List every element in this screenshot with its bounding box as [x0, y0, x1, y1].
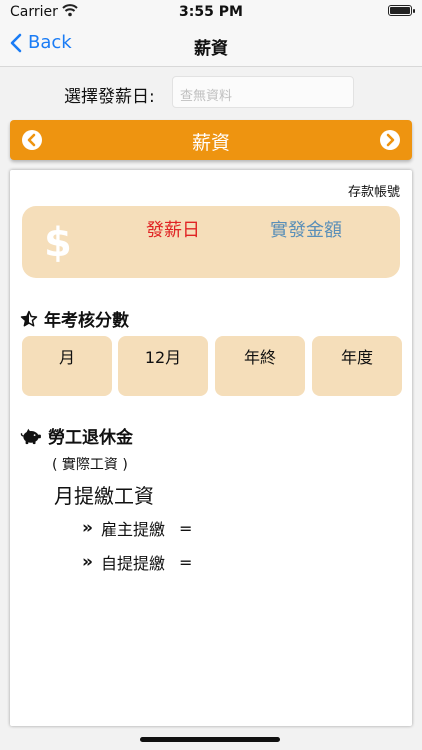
next-button[interactable]	[380, 130, 400, 150]
evaluation-cell-annual[interactable]: 年度	[312, 336, 402, 396]
navigation-bar: Back 薪資	[0, 24, 422, 67]
monthly-contribution-wage-label: 月提繳工資	[54, 484, 154, 508]
self-contribution-row: » 自提提繳 =	[82, 550, 192, 574]
payday-picker-row: 選擇發薪日: 查無資料	[0, 74, 422, 110]
equals-sign: =	[179, 518, 193, 538]
home-indicator[interactable]	[140, 737, 280, 742]
employer-contribution-label: 雇主提繳	[100, 520, 165, 539]
piggy-bank-icon	[20, 428, 41, 444]
self-contribution-label: 自提提繳	[100, 554, 165, 573]
payday-picker-field[interactable]: 查無資料	[172, 76, 354, 108]
equals-sign: =	[179, 552, 193, 572]
net-pay-label: 實發金額	[270, 220, 342, 241]
salary-header-bar: 薪資	[10, 120, 412, 160]
double-chevron-right-icon: »	[82, 518, 93, 538]
pension-title: 勞工退休金	[48, 428, 133, 448]
evaluation-cell-month[interactable]: 月	[22, 336, 112, 396]
page-title: 薪資	[194, 39, 228, 59]
evaluation-grid: 月 12月 年終 年度	[22, 336, 402, 396]
dollar-icon: $	[44, 220, 72, 266]
payday-picker-label: 選擇發薪日:	[64, 87, 155, 107]
employer-contribution-row: » 雇主提繳 =	[82, 516, 192, 540]
evaluation-section-title: 年考核分數	[20, 306, 129, 331]
chevron-right-circle-icon	[386, 133, 395, 147]
actual-wage-label: ( 實際工資 )	[52, 457, 128, 473]
star-icon	[20, 310, 38, 326]
salary-summary-box: $ 發薪日 實發金額	[22, 206, 400, 278]
evaluation-cell-year-end[interactable]: 年終	[215, 336, 305, 396]
account-label: 存款帳號	[347, 185, 400, 200]
double-chevron-right-icon: »	[82, 552, 93, 572]
battery-icon	[388, 5, 415, 16]
evaluation-cell-december[interactable]: 12月	[118, 336, 208, 396]
salary-card: 存款帳號 $ 發薪日 實發金額 年考核分數 月 12月 年終 年度 勞工退休金 …	[10, 170, 412, 726]
status-bar: Carrier 3:55 PM	[0, 0, 422, 24]
status-time: 3:55 PM	[179, 4, 243, 20]
payday-label: 發薪日	[146, 220, 200, 241]
salary-header-title: 薪資	[191, 132, 230, 154]
evaluation-title: 年考核分數	[44, 311, 129, 331]
pension-section-title: 勞工退休金	[20, 423, 133, 448]
